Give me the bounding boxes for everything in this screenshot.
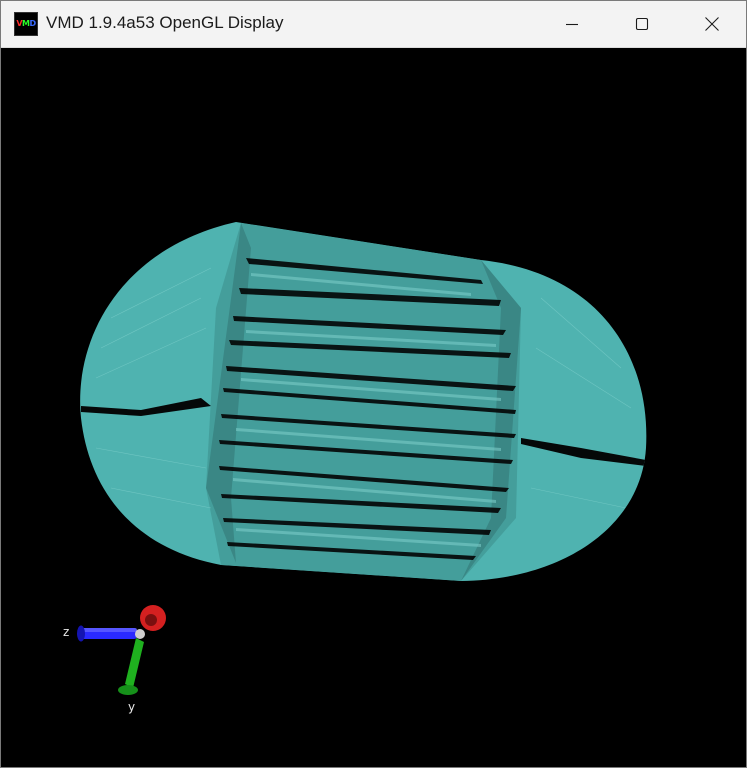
maximize-icon: [635, 17, 649, 31]
vmd-app-icon[interactable]: VMD: [14, 12, 38, 36]
window-title: VMD 1.9.4a53 OpenGL Display: [46, 13, 284, 32]
icon-letter-m: M: [22, 19, 30, 28]
maximize-button[interactable]: [607, 1, 677, 47]
molecule-render: [77, 222, 647, 695]
y-axis-label: y: [128, 700, 136, 714]
opengl-viewport[interactable]: z y: [1, 48, 746, 767]
minimize-button[interactable]: [537, 1, 607, 47]
title-bar[interactable]: VMD VMD 1.9.4a53 OpenGL Display: [1, 1, 746, 48]
y-axis: [125, 638, 144, 688]
axes-indicator: [77, 605, 166, 695]
vmd-display-window: VMD VMD 1.9.4a53 OpenGL Display z y: [0, 0, 747, 768]
close-icon: [705, 17, 719, 31]
icon-letter-d: D: [29, 19, 37, 28]
close-button[interactable]: [677, 1, 747, 47]
minimize-icon: [566, 23, 578, 26]
z-axis-label: z: [63, 625, 70, 639]
